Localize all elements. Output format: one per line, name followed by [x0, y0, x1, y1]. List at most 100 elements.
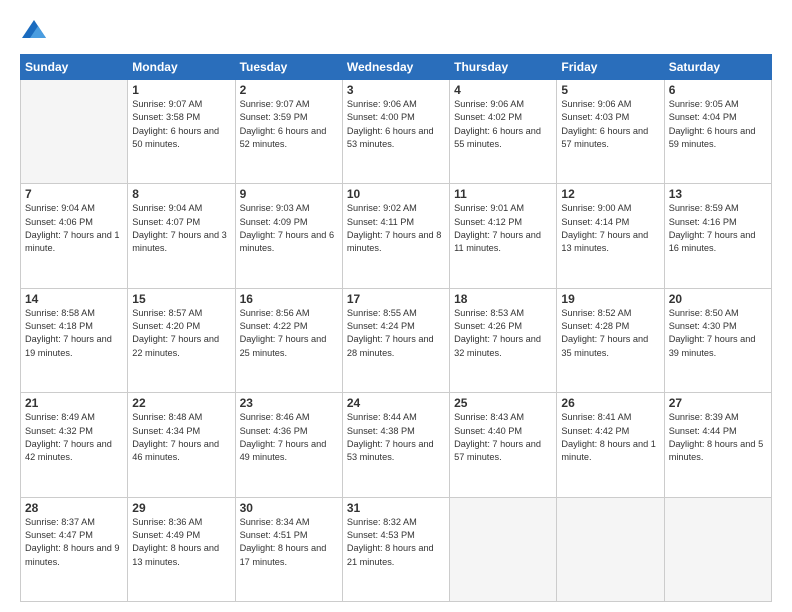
calendar-cell: 28Sunrise: 8:37 AMSunset: 4:47 PMDayligh… [21, 497, 128, 601]
day-number: 20 [669, 292, 767, 306]
calendar-cell: 15Sunrise: 8:57 AMSunset: 4:20 PMDayligh… [128, 288, 235, 392]
calendar-week-0: 1Sunrise: 9:07 AMSunset: 3:58 PMDaylight… [21, 80, 772, 184]
weekday-header-row: SundayMondayTuesdayWednesdayThursdayFrid… [21, 55, 772, 80]
calendar-cell: 16Sunrise: 8:56 AMSunset: 4:22 PMDayligh… [235, 288, 342, 392]
calendar-cell: 6Sunrise: 9:05 AMSunset: 4:04 PMDaylight… [664, 80, 771, 184]
calendar-cell: 13Sunrise: 8:59 AMSunset: 4:16 PMDayligh… [664, 184, 771, 288]
day-number: 22 [132, 396, 230, 410]
day-info: Sunrise: 9:07 AMSunset: 3:59 PMDaylight:… [240, 98, 338, 151]
weekday-header-tuesday: Tuesday [235, 55, 342, 80]
day-number: 11 [454, 187, 552, 201]
day-number: 21 [25, 396, 123, 410]
calendar-cell [664, 497, 771, 601]
day-info: Sunrise: 8:41 AMSunset: 4:42 PMDaylight:… [561, 411, 659, 464]
day-number: 1 [132, 83, 230, 97]
day-number: 31 [347, 501, 445, 515]
logo [20, 16, 52, 44]
weekday-header-friday: Friday [557, 55, 664, 80]
day-number: 29 [132, 501, 230, 515]
calendar-cell: 30Sunrise: 8:34 AMSunset: 4:51 PMDayligh… [235, 497, 342, 601]
calendar-cell: 12Sunrise: 9:00 AMSunset: 4:14 PMDayligh… [557, 184, 664, 288]
calendar-cell: 2Sunrise: 9:07 AMSunset: 3:59 PMDaylight… [235, 80, 342, 184]
calendar-cell: 11Sunrise: 9:01 AMSunset: 4:12 PMDayligh… [450, 184, 557, 288]
day-info: Sunrise: 8:52 AMSunset: 4:28 PMDaylight:… [561, 307, 659, 360]
day-number: 17 [347, 292, 445, 306]
calendar-week-4: 28Sunrise: 8:37 AMSunset: 4:47 PMDayligh… [21, 497, 772, 601]
calendar-cell: 4Sunrise: 9:06 AMSunset: 4:02 PMDaylight… [450, 80, 557, 184]
day-number: 23 [240, 396, 338, 410]
weekday-header-sunday: Sunday [21, 55, 128, 80]
day-info: Sunrise: 9:06 AMSunset: 4:03 PMDaylight:… [561, 98, 659, 151]
day-number: 6 [669, 83, 767, 97]
calendar-cell: 26Sunrise: 8:41 AMSunset: 4:42 PMDayligh… [557, 393, 664, 497]
weekday-header-saturday: Saturday [664, 55, 771, 80]
calendar-cell: 10Sunrise: 9:02 AMSunset: 4:11 PMDayligh… [342, 184, 449, 288]
calendar-week-1: 7Sunrise: 9:04 AMSunset: 4:06 PMDaylight… [21, 184, 772, 288]
day-info: Sunrise: 8:46 AMSunset: 4:36 PMDaylight:… [240, 411, 338, 464]
calendar-cell: 31Sunrise: 8:32 AMSunset: 4:53 PMDayligh… [342, 497, 449, 601]
calendar-week-3: 21Sunrise: 8:49 AMSunset: 4:32 PMDayligh… [21, 393, 772, 497]
weekday-header-wednesday: Wednesday [342, 55, 449, 80]
day-number: 25 [454, 396, 552, 410]
day-number: 19 [561, 292, 659, 306]
calendar-cell: 9Sunrise: 9:03 AMSunset: 4:09 PMDaylight… [235, 184, 342, 288]
calendar-cell: 23Sunrise: 8:46 AMSunset: 4:36 PMDayligh… [235, 393, 342, 497]
day-number: 9 [240, 187, 338, 201]
calendar-cell: 24Sunrise: 8:44 AMSunset: 4:38 PMDayligh… [342, 393, 449, 497]
day-number: 5 [561, 83, 659, 97]
header [20, 16, 772, 44]
day-info: Sunrise: 9:02 AMSunset: 4:11 PMDaylight:… [347, 202, 445, 255]
day-info: Sunrise: 8:39 AMSunset: 4:44 PMDaylight:… [669, 411, 767, 464]
calendar-cell [450, 497, 557, 601]
calendar-cell: 29Sunrise: 8:36 AMSunset: 4:49 PMDayligh… [128, 497, 235, 601]
day-number: 28 [25, 501, 123, 515]
day-info: Sunrise: 8:44 AMSunset: 4:38 PMDaylight:… [347, 411, 445, 464]
day-info: Sunrise: 9:04 AMSunset: 4:06 PMDaylight:… [25, 202, 123, 255]
calendar-cell [557, 497, 664, 601]
calendar-cell: 19Sunrise: 8:52 AMSunset: 4:28 PMDayligh… [557, 288, 664, 392]
calendar-cell: 1Sunrise: 9:07 AMSunset: 3:58 PMDaylight… [128, 80, 235, 184]
day-number: 18 [454, 292, 552, 306]
day-number: 3 [347, 83, 445, 97]
calendar-cell: 21Sunrise: 8:49 AMSunset: 4:32 PMDayligh… [21, 393, 128, 497]
day-info: Sunrise: 8:48 AMSunset: 4:34 PMDaylight:… [132, 411, 230, 464]
day-info: Sunrise: 9:05 AMSunset: 4:04 PMDaylight:… [669, 98, 767, 151]
day-info: Sunrise: 9:01 AMSunset: 4:12 PMDaylight:… [454, 202, 552, 255]
day-info: Sunrise: 8:57 AMSunset: 4:20 PMDaylight:… [132, 307, 230, 360]
day-info: Sunrise: 9:00 AMSunset: 4:14 PMDaylight:… [561, 202, 659, 255]
day-info: Sunrise: 8:50 AMSunset: 4:30 PMDaylight:… [669, 307, 767, 360]
day-number: 16 [240, 292, 338, 306]
calendar-cell: 8Sunrise: 9:04 AMSunset: 4:07 PMDaylight… [128, 184, 235, 288]
calendar-cell: 14Sunrise: 8:58 AMSunset: 4:18 PMDayligh… [21, 288, 128, 392]
calendar-week-2: 14Sunrise: 8:58 AMSunset: 4:18 PMDayligh… [21, 288, 772, 392]
day-number: 30 [240, 501, 338, 515]
day-info: Sunrise: 8:43 AMSunset: 4:40 PMDaylight:… [454, 411, 552, 464]
day-info: Sunrise: 9:06 AMSunset: 4:00 PMDaylight:… [347, 98, 445, 151]
day-number: 15 [132, 292, 230, 306]
calendar-cell: 18Sunrise: 8:53 AMSunset: 4:26 PMDayligh… [450, 288, 557, 392]
day-number: 26 [561, 396, 659, 410]
day-info: Sunrise: 8:49 AMSunset: 4:32 PMDaylight:… [25, 411, 123, 464]
calendar-table: SundayMondayTuesdayWednesdayThursdayFrid… [20, 54, 772, 602]
day-number: 8 [132, 187, 230, 201]
day-info: Sunrise: 8:59 AMSunset: 4:16 PMDaylight:… [669, 202, 767, 255]
calendar-cell [21, 80, 128, 184]
calendar-cell: 7Sunrise: 9:04 AMSunset: 4:06 PMDaylight… [21, 184, 128, 288]
calendar-cell: 3Sunrise: 9:06 AMSunset: 4:00 PMDaylight… [342, 80, 449, 184]
day-info: Sunrise: 9:04 AMSunset: 4:07 PMDaylight:… [132, 202, 230, 255]
day-number: 24 [347, 396, 445, 410]
calendar-cell: 20Sunrise: 8:50 AMSunset: 4:30 PMDayligh… [664, 288, 771, 392]
day-info: Sunrise: 8:58 AMSunset: 4:18 PMDaylight:… [25, 307, 123, 360]
day-info: Sunrise: 8:56 AMSunset: 4:22 PMDaylight:… [240, 307, 338, 360]
calendar-cell: 27Sunrise: 8:39 AMSunset: 4:44 PMDayligh… [664, 393, 771, 497]
day-info: Sunrise: 8:55 AMSunset: 4:24 PMDaylight:… [347, 307, 445, 360]
day-info: Sunrise: 8:34 AMSunset: 4:51 PMDaylight:… [240, 516, 338, 569]
day-number: 4 [454, 83, 552, 97]
day-info: Sunrise: 9:06 AMSunset: 4:02 PMDaylight:… [454, 98, 552, 151]
day-number: 13 [669, 187, 767, 201]
day-info: Sunrise: 9:07 AMSunset: 3:58 PMDaylight:… [132, 98, 230, 151]
day-info: Sunrise: 8:32 AMSunset: 4:53 PMDaylight:… [347, 516, 445, 569]
page: SundayMondayTuesdayWednesdayThursdayFrid… [0, 0, 792, 612]
day-info: Sunrise: 9:03 AMSunset: 4:09 PMDaylight:… [240, 202, 338, 255]
calendar-cell: 17Sunrise: 8:55 AMSunset: 4:24 PMDayligh… [342, 288, 449, 392]
